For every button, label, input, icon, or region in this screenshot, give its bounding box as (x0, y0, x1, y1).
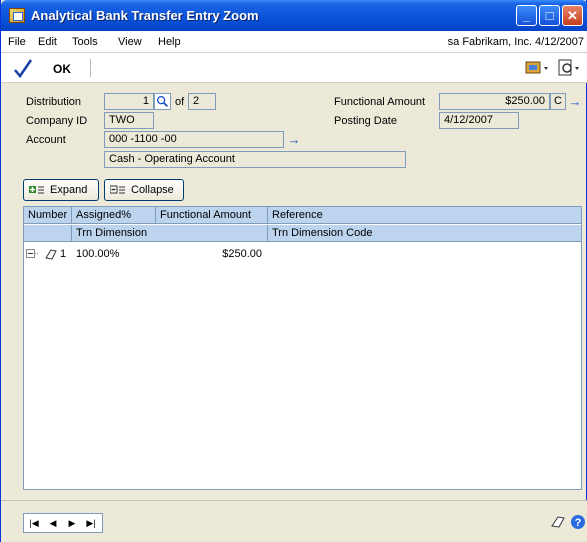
col-assigned-percent: Assigned% (72, 207, 156, 224)
account-field: 000 -1100 -00 (104, 131, 284, 148)
window: Analytical Bank Transfer Entry Zoom _ □ … (0, 0, 587, 542)
row-functional-amount: $250.00 (222, 248, 262, 260)
expand-icon (29, 186, 44, 194)
expand-label: Expand (50, 184, 88, 196)
posting-date-label: Posting Date (334, 115, 397, 127)
functional-amount-field: $250.00 (439, 93, 550, 110)
distribution-grid: Number Assigned% Functional Amount Refer… (23, 206, 582, 490)
title-bar: Analytical Bank Transfer Entry Zoom _ □ … (1, 0, 587, 31)
maximize-button[interactable]: □ (539, 5, 560, 26)
row-number: 1 (60, 248, 67, 260)
close-button[interactable]: ✕ (562, 5, 583, 26)
distribution-field[interactable]: 1 (104, 93, 154, 110)
window-title: Analytical Bank Transfer Entry Zoom (31, 8, 259, 23)
header-form: Distribution 1 of 2 Company ID TWO Accou… (1, 83, 587, 178)
amount-zoom-arrow-icon[interactable]: → (567, 94, 583, 110)
minimize-button[interactable]: _ (516, 5, 537, 26)
note-icon-footer[interactable] (550, 515, 566, 529)
app-icon (9, 8, 25, 23)
next-record-icon[interactable]: ▶ (64, 516, 80, 530)
note-icon[interactable] (44, 248, 58, 261)
col-trn-dimension: Trn Dimension (72, 225, 268, 242)
note-dropdown-icon[interactable] (523, 57, 551, 79)
functional-amount-label: Functional Amount (334, 96, 426, 108)
col-number: Number (24, 207, 72, 224)
menu-help[interactable]: Help (158, 36, 181, 48)
menu-tools[interactable]: Tools (72, 36, 98, 48)
distribution-total: 2 (188, 93, 216, 110)
toolbar: OK (1, 53, 587, 83)
checkmark-icon (14, 59, 33, 79)
footer: |◀ ◀ ▶ ▶| ? (1, 500, 587, 542)
last-record-icon[interactable]: ▶| (83, 516, 99, 530)
grid-header-row-1: Number Assigned% Functional Amount Refer… (24, 207, 581, 224)
menu-view[interactable]: View (118, 36, 142, 48)
company-id-label: Company ID (26, 115, 88, 127)
col-trn-dimension-code: Trn Dimension Code (272, 227, 373, 239)
col-reference: Reference (272, 209, 323, 221)
currency-button[interactable]: C (550, 93, 566, 110)
collapse-button[interactable]: Collapse (104, 179, 184, 201)
posting-date-field: 4/12/2007 (439, 112, 519, 129)
account-label: Account (26, 134, 66, 146)
grid-header-row-2: Trn Dimension Trn Dimension Code (24, 225, 581, 242)
first-record-icon[interactable]: |◀ (26, 516, 42, 530)
menu-bar: File Edit Tools View Help sa Fabrikam, I… (1, 31, 587, 53)
svg-text:?: ? (575, 517, 582, 529)
of-label: of (175, 96, 185, 108)
menu-edit[interactable]: Edit (38, 36, 57, 48)
lookup-icon[interactable] (154, 93, 171, 110)
previous-record-icon[interactable]: ◀ (45, 516, 61, 530)
browse-buttons: |◀ ◀ ▶ ▶| (23, 513, 103, 533)
col-functional-amount: Functional Amount (156, 207, 268, 224)
table-row[interactable]: 1 100.00% $250.00 (24, 247, 581, 263)
user-company-date: sa Fabrikam, Inc. 4/12/2007 (447, 36, 584, 48)
row-assigned-percent: 100.00% (76, 248, 120, 260)
collapse-icon (110, 185, 125, 194)
account-description-field: Cash - Operating Account (104, 151, 406, 168)
distribution-label: Distribution (26, 96, 82, 108)
col-spacer (24, 225, 72, 242)
toolbar-separator (90, 59, 91, 77)
print-dropdown-icon[interactable] (555, 57, 583, 79)
menu-file[interactable]: File (8, 36, 26, 48)
collapse-label: Collapse (131, 184, 174, 196)
ok-button[interactable]: OK (13, 56, 93, 80)
expand-button[interactable]: Expand (23, 179, 99, 201)
company-id-field: TWO (104, 112, 154, 129)
ok-label: OK (53, 62, 71, 76)
account-zoom-arrow-icon[interactable]: → (286, 132, 302, 148)
help-icon[interactable]: ? (570, 514, 586, 530)
tree-expander-icon[interactable] (26, 249, 38, 261)
